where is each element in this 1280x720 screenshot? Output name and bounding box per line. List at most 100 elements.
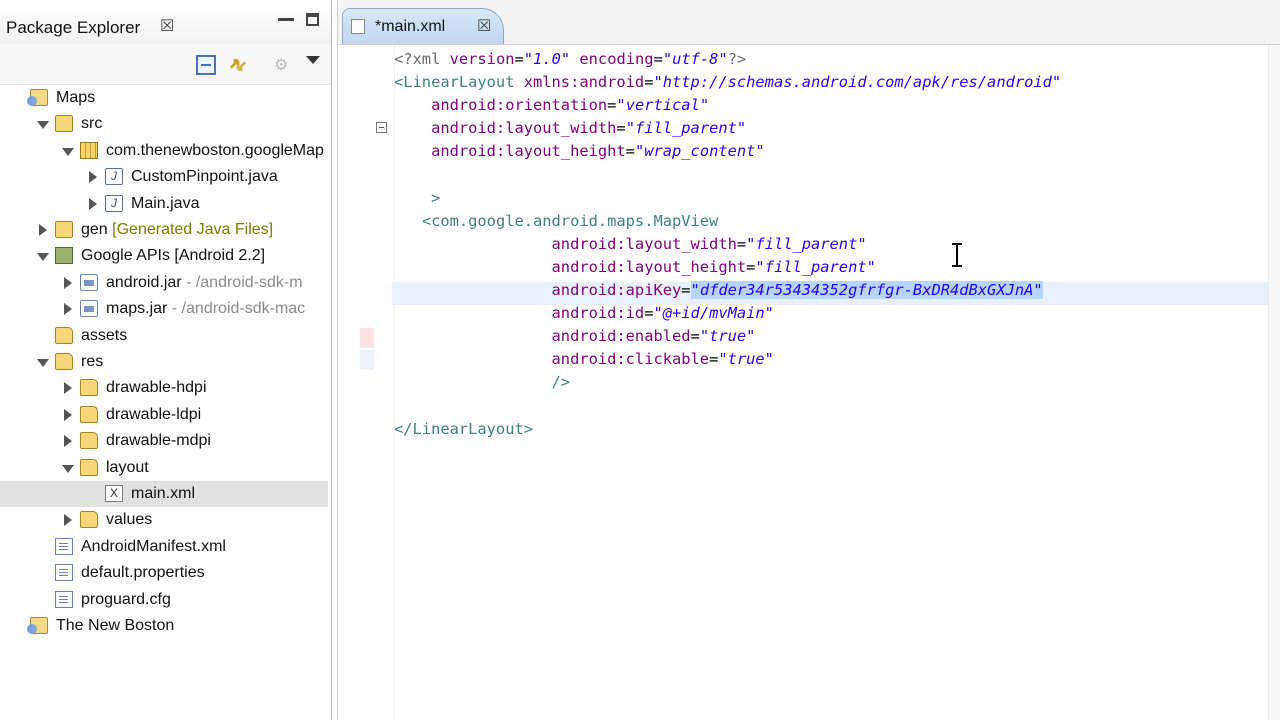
code-token: = [616, 119, 626, 138]
code-token: <com.google.android.maps.MapView [421, 211, 719, 230]
tree-item-label: default.properties [81, 564, 205, 582]
package-explorer: Package Explorer ☒ ⚙ Maps src com.thenewbo… [0, 0, 332, 720]
code-token: encoding [579, 50, 654, 68]
maximize-icon[interactable] [306, 13, 319, 26]
jar-icon [80, 300, 98, 318]
code-token: android:apiKey [551, 281, 682, 299]
chevron-down-icon[interactable] [306, 56, 320, 64]
code-line[interactable]: </LinearLayout> [394, 418, 533, 441]
chevron-down-icon[interactable] [62, 147, 74, 156]
tree-item-mapsjar[interactable]: maps.jar - /android-sdk-mac [0, 296, 328, 322]
tree-item-googleapis[interactable]: Google APIs [Android 2.2] [0, 243, 328, 269]
close-icon[interactable]: ☒ [477, 19, 491, 35]
tree-item-androidjar[interactable]: android.jar - /android-sdk-m [0, 270, 328, 296]
tree-item-mainjava[interactable]: J Main.java [0, 191, 328, 217]
tree-item-label: main.xml [131, 485, 196, 502]
chevron-right-icon[interactable] [64, 382, 72, 395]
package-explorer-tab[interactable]: Package Explorer ☒ [0, 0, 331, 44]
code-line[interactable]: android:enabled="true" [394, 325, 756, 348]
chevron-right-icon[interactable] [64, 408, 72, 421]
tree-item-label: res [81, 353, 104, 370]
code-token: android:layout_height [551, 257, 747, 276]
fold-toggle-icon[interactable] [376, 122, 387, 133]
file-icon [55, 590, 73, 608]
code-line[interactable]: android:orientation="vertical" [394, 94, 709, 117]
tree-item-values[interactable]: values [0, 507, 328, 533]
collapse-all-icon[interactable] [196, 55, 216, 75]
overview-ruler[interactable] [1268, 45, 1280, 720]
tree-item-mainxml[interactable]: Xmain.xml [0, 481, 328, 507]
tree-item-maps[interactable]: Maps [0, 85, 328, 111]
tree-item-label: Maps [56, 89, 96, 106]
tree-item-label: drawable-hdpi [106, 379, 207, 397]
chevron-right-icon[interactable] [64, 514, 72, 527]
xml-file-icon: X [105, 485, 123, 502]
project-icon [27, 89, 48, 106]
code-line[interactable]: > [394, 187, 440, 210]
chevron-right-icon[interactable] [89, 171, 97, 184]
code-line[interactable]: <com.google.android.maps.MapView [394, 210, 719, 233]
code-token: xmlns:android [523, 73, 645, 92]
code-line[interactable]: android:layout_width="fill_parent" [394, 117, 746, 140]
tree-item-gen[interactable]: gen [Generated Java Files] [0, 217, 328, 243]
code-line[interactable]: android:layout_width="fill_parent" [394, 233, 867, 256]
tree-item-manifest[interactable]: AndroidManifest.xml [0, 534, 328, 560]
tree-item-pkg[interactable]: com.thenewboston.googleMap [0, 138, 328, 164]
code-line[interactable]: android:apiKey="dfder34r53434352gfrfgr-B… [394, 279, 1043, 302]
code-token: "@+id/mvMain" [653, 304, 774, 323]
chevron-down-icon[interactable] [37, 359, 49, 367]
tree-item-custompinpoint[interactable]: J CustomPinpoint.java [0, 164, 328, 190]
code-line[interactable]: <?xml version="1.0" encoding="utf-8"?> [394, 48, 746, 71]
explorer-toolbar: ⚙ [0, 44, 331, 85]
chevron-down-icon[interactable] [37, 121, 49, 130]
chevron-right-icon[interactable] [64, 435, 72, 448]
code-token: > [431, 188, 441, 207]
chevron-right-icon[interactable] [89, 197, 97, 210]
chevron-down-icon[interactable] [37, 253, 49, 262]
code-line[interactable]: android:id="@+id/mvMain" [394, 302, 774, 325]
tree-item-ldpi[interactable]: drawable-ldpi [0, 402, 328, 428]
tree-item-defaultprops[interactable]: default.properties [0, 560, 328, 586]
tree-item-label: proguard.cfg [81, 590, 171, 608]
code-line[interactable]: /> [394, 371, 571, 394]
tree-item-newboston[interactable]: The New Boston [0, 613, 328, 639]
code-token: "wrap_content" [634, 142, 765, 161]
code-line[interactable]: android:layout_height="fill_parent" [394, 256, 876, 279]
code-line[interactable]: android:layout_height="wrap_content" [394, 140, 765, 163]
code-line[interactable]: <LinearLayout xmlns:android="http://sche… [394, 71, 1061, 94]
tree-item-src[interactable]: src [0, 111, 328, 137]
tree-item-mdpi[interactable]: drawable-mdpi [0, 428, 328, 454]
close-icon[interactable]: ☒ [160, 19, 174, 35]
code-token: ?> [727, 50, 747, 68]
chevron-right-icon[interactable] [64, 276, 72, 289]
code-token: "fill_parent" [625, 119, 747, 138]
code-token: = [746, 257, 756, 276]
chevron-down-icon[interactable] [62, 464, 74, 473]
chevron-right-icon[interactable] [64, 303, 72, 316]
code-token: = [625, 142, 635, 161]
tree-item-assets[interactable]: assets [0, 323, 328, 349]
tree-item-hdpi[interactable]: drawable-hdpi [0, 375, 328, 401]
tree-item-decoration: - /android-sdk-mac [167, 300, 306, 318]
tree-item-proguard[interactable]: proguard.cfg [0, 587, 328, 613]
link-with-editor-icon[interactable] [228, 55, 248, 75]
chevron-right-icon[interactable] [39, 224, 47, 236]
code-token: = [514, 50, 524, 68]
tree-item-layout[interactable]: layout [0, 455, 328, 481]
change-marker [360, 328, 374, 348]
code-line[interactable]: android:clickable="true" [394, 348, 774, 371]
view-menu-icon[interactable]: ⚙ [274, 55, 294, 75]
tab-main-xml[interactable]: *main.xml ☒ [342, 8, 504, 44]
minimize-icon[interactable] [278, 18, 294, 21]
tree-item-label: layout [106, 458, 149, 476]
code-token: android:id [551, 304, 645, 323]
folder-icon [80, 379, 98, 397]
tree-item-res[interactable]: res [0, 349, 328, 375]
source-folder-icon [55, 115, 73, 133]
code-token: android:layout_width [551, 234, 737, 253]
tree-item-label: Main.java [131, 194, 200, 212]
